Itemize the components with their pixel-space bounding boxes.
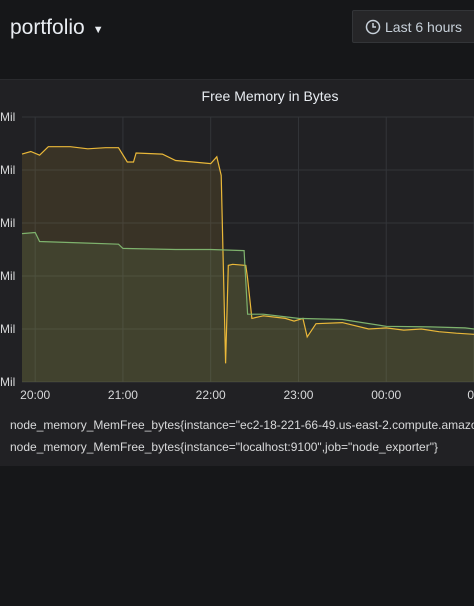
graph-panel: Free Memory in Bytes Mil Mil Mil Mil Mil Mil … bbox=[0, 79, 474, 466]
caret-down-icon: ▼ bbox=[92, 24, 104, 36]
time-range-picker[interactable]: Last 6 hours bbox=[352, 10, 474, 43]
chart-legend: node_memory_MemFree_bytes{instance="ec2-… bbox=[0, 414, 474, 458]
dashboard-title: portfolio bbox=[10, 16, 85, 39]
y-axis-ticks: Mil Mil Mil Mil Mil Mil bbox=[0, 112, 15, 389]
y-tick-label: Mil bbox=[0, 163, 15, 177]
x-tick-label: 01 bbox=[467, 388, 474, 402]
top-navbar: portfolio ▼ Last 6 hours bbox=[0, 0, 474, 58]
panel-title[interactable]: Free Memory in Bytes bbox=[0, 88, 474, 104]
y-tick-label: Mil bbox=[0, 322, 15, 336]
x-tick-label: 23:00 bbox=[283, 388, 313, 402]
legend-label: node_memory_MemFree_bytes{instance="ec2-… bbox=[10, 418, 474, 432]
time-range-label: Last 6 hours bbox=[385, 18, 463, 35]
memory-chart[interactable]: Mil Mil Mil Mil Mil Mil 20:00 21:00 22:00 23:00 0… bbox=[0, 112, 474, 432]
y-tick-label: Mil bbox=[0, 216, 15, 230]
x-tick-label: 00:00 bbox=[371, 388, 401, 402]
chart-areas bbox=[22, 146, 474, 382]
dashboard-title-dropdown[interactable]: portfolio ▼ bbox=[10, 16, 104, 40]
legend-label: node_memory_MemFree_bytes{instance="loca… bbox=[10, 440, 438, 454]
x-tick-label: 21:00 bbox=[108, 388, 138, 402]
legend-item[interactable]: node_memory_MemFree_bytes{instance="ec2-… bbox=[0, 414, 474, 436]
y-tick-label: Mil bbox=[0, 375, 15, 389]
x-axis-ticks: 20:00 21:00 22:00 23:00 00:00 01 bbox=[20, 388, 474, 402]
y-tick-label: Mil bbox=[0, 269, 15, 283]
y-tick-label: Mil bbox=[0, 112, 15, 124]
legend-item[interactable]: node_memory_MemFree_bytes{instance="loca… bbox=[0, 436, 474, 458]
x-tick-label: 22:00 bbox=[196, 388, 226, 402]
x-tick-label: 20:00 bbox=[20, 388, 50, 402]
clock-icon bbox=[365, 19, 381, 34]
